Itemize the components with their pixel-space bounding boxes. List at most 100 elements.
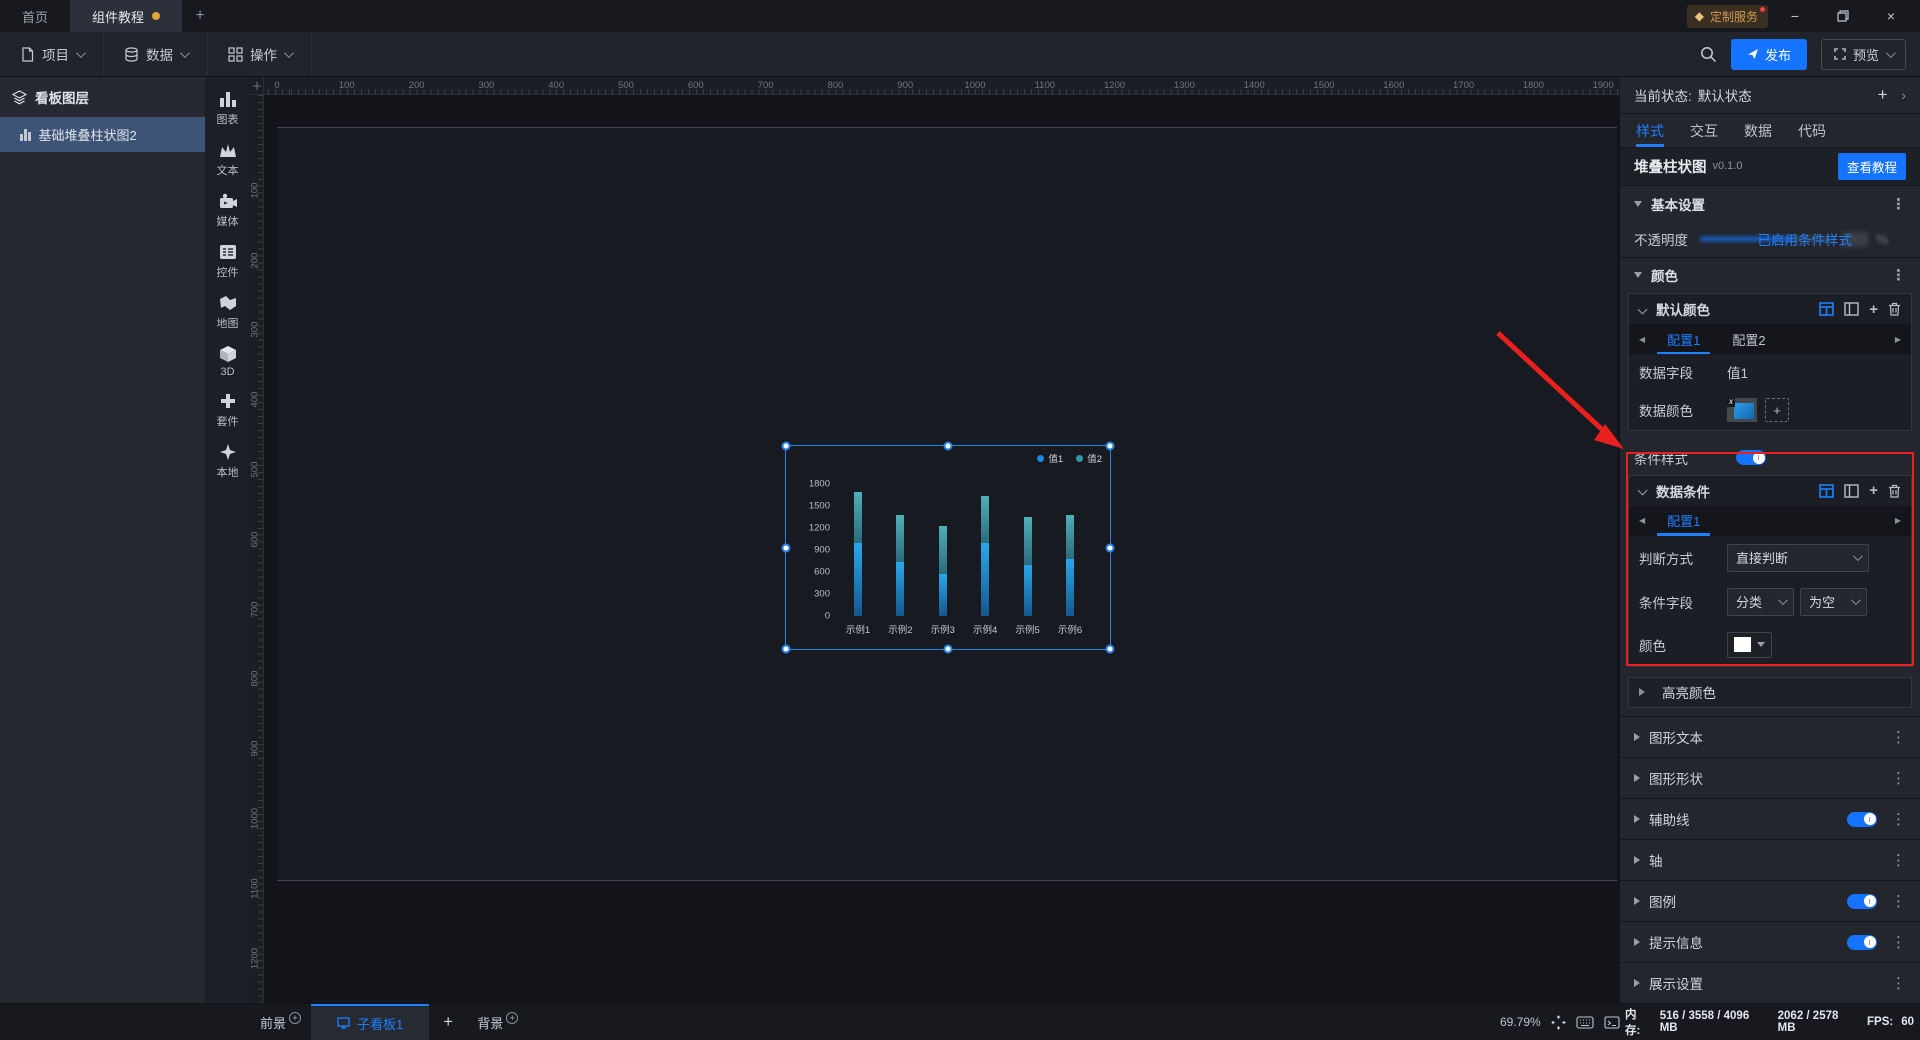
kebab-menu-icon[interactable]: ⋮ xyxy=(1891,933,1906,951)
table-icon[interactable] xyxy=(1819,302,1835,316)
kebab-menu-icon[interactable]: ⋮ xyxy=(1891,769,1906,787)
tab-代码[interactable]: 代码 xyxy=(1798,114,1826,146)
section-辅助线[interactable]: 辅助线 ⋮ xyxy=(1620,798,1920,839)
tab-next-arrow[interactable]: ▶ xyxy=(1889,335,1907,344)
toolbar: 项目 数据 操作 发布 预览 xyxy=(0,32,1920,77)
resize-handle-se[interactable] xyxy=(1105,644,1115,654)
canvas[interactable]: 0 100 200 300 400 500 600 700 800 900 1000 1100 1200… xyxy=(250,77,1620,1003)
dock-item-套件[interactable]: 套件 xyxy=(205,391,250,429)
section-toggle[interactable] xyxy=(1847,811,1877,827)
section-展示设置[interactable]: 展示设置 ⋮ xyxy=(1620,962,1920,1003)
add-color-button[interactable]: + xyxy=(1765,398,1789,423)
legend-item[interactable]: 值1 xyxy=(1037,451,1063,465)
collapse-icon[interactable] xyxy=(1637,485,1648,496)
stacked-bar-chart-component[interactable]: 值1 值2 0 300 600 900 1200 1500 1800 示例1 示例2 示例3 示例4 示… xyxy=(781,441,1115,654)
resize-handle-n[interactable] xyxy=(943,441,953,451)
keyboard-icon[interactable] xyxy=(1576,1015,1594,1029)
kebab-menu-icon[interactable]: ⋮ xyxy=(1891,195,1906,213)
kebab-menu-icon[interactable]: ⋮ xyxy=(1891,266,1906,284)
panel-layout-icon[interactable] xyxy=(1844,302,1859,316)
section-toggle[interactable] xyxy=(1847,934,1877,950)
resize-handle-sw[interactable] xyxy=(781,644,791,654)
resize-handle-e[interactable] xyxy=(1105,543,1115,552)
resize-handle-s[interactable] xyxy=(943,644,953,654)
tab-next-arrow[interactable]: ▶ xyxy=(1889,516,1907,525)
zoom-level[interactable]: 69.79% xyxy=(1500,1015,1541,1029)
resize-handle-w[interactable] xyxy=(781,543,791,552)
restore-button[interactable] xyxy=(1822,0,1864,32)
publish-button[interactable]: 发布 xyxy=(1730,38,1807,70)
judge-method-label: 判断方式 xyxy=(1639,551,1693,567)
background-label[interactable]: 背景 + xyxy=(467,1004,528,1040)
search-icon[interactable] xyxy=(1700,46,1717,63)
titlebar-tab-1[interactable]: 首页 xyxy=(0,0,70,32)
dock-item-控件[interactable]: 控件 xyxy=(205,242,250,280)
toolbar-menu-2[interactable]: 数据 xyxy=(104,32,208,76)
tab-prev-arrow[interactable]: ◀ xyxy=(1633,516,1651,525)
condition-color-picker[interactable] xyxy=(1727,631,1772,658)
sub-board-tab[interactable]: 子看板1 xyxy=(311,1004,430,1040)
condition-operator-select[interactable]: 为空 xyxy=(1800,587,1867,616)
kebab-menu-icon[interactable]: ⋮ xyxy=(1891,892,1906,910)
console-icon[interactable] xyxy=(1604,1015,1620,1029)
section-提示信息[interactable]: 提示信息 ⋮ xyxy=(1620,921,1920,962)
tab-数据[interactable]: 数据 xyxy=(1744,114,1772,146)
section-toggle[interactable] xyxy=(1847,893,1877,909)
section-图形文本[interactable]: 图形文本 ⋮ xyxy=(1620,716,1920,757)
kebab-menu-icon[interactable]: ⋮ xyxy=(1891,851,1906,869)
config-tab-配置1[interactable]: 配置1 xyxy=(1651,506,1716,536)
kebab-menu-icon[interactable]: ⋮ xyxy=(1891,728,1906,746)
ruler-corner[interactable] xyxy=(250,77,264,95)
resize-handle-ne[interactable] xyxy=(1105,441,1115,451)
section-轴[interactable]: 轴 ⋮ xyxy=(1620,839,1920,880)
resize-handle-nw[interactable] xyxy=(781,441,791,451)
new-tab-button[interactable]: + xyxy=(182,0,218,32)
dock-item-媒体[interactable]: 媒体 xyxy=(205,191,250,229)
config-tab-配置1[interactable]: 配置1 xyxy=(1651,324,1716,355)
toolbar-menu-3[interactable]: 操作 xyxy=(208,32,312,76)
toolbar-menu-1[interactable]: 项目 xyxy=(0,32,104,76)
titlebar-tab-2[interactable]: 组件教程 xyxy=(70,0,183,32)
add-foreground-icon[interactable]: + xyxy=(289,1012,302,1024)
dock-item-地图[interactable]: 地图 xyxy=(205,293,250,331)
config-tab-配置2[interactable]: 配置2 xyxy=(1716,324,1781,354)
add-background-icon[interactable]: + xyxy=(506,1012,519,1024)
add-board-button[interactable]: + xyxy=(429,1004,467,1040)
next-state-button[interactable]: › xyxy=(1902,88,1907,103)
view-tutorial-button[interactable]: 查看教程 xyxy=(1837,152,1906,180)
dock-item-本地[interactable]: 本地 xyxy=(205,442,250,480)
section-图例[interactable]: 图例 ⋮ xyxy=(1620,880,1920,921)
add-config-icon[interactable]: + xyxy=(1869,301,1878,318)
foreground-label[interactable]: 前景 + xyxy=(250,1004,311,1040)
section-图形形状[interactable]: 图形形状 ⋮ xyxy=(1620,757,1920,798)
add-config-icon[interactable]: + xyxy=(1869,482,1878,499)
color-section-header[interactable]: 颜色 ⋮ xyxy=(1620,256,1920,293)
custom-service-badge[interactable]: ◆ 定制服务 xyxy=(1686,4,1768,28)
trash-icon[interactable] xyxy=(1888,302,1901,316)
fit-view-icon[interactable] xyxy=(1550,1014,1566,1030)
kebab-menu-icon[interactable]: ⋮ xyxy=(1891,974,1906,992)
basic-settings-header[interactable]: 基本设置 ⋮ xyxy=(1620,185,1920,221)
dock-item-文本[interactable]: 文本 xyxy=(205,140,250,178)
collapse-icon[interactable] xyxy=(1637,304,1648,315)
legend-item[interactable]: 值2 xyxy=(1076,451,1102,465)
data-color-swatch[interactable]: x xyxy=(1727,398,1757,423)
tab-交互[interactable]: 交互 xyxy=(1690,114,1718,146)
tab-样式[interactable]: 样式 xyxy=(1636,114,1664,148)
dock-item-3D[interactable]: 3D xyxy=(205,344,250,378)
condition-field-select[interactable]: 分类 xyxy=(1727,587,1794,616)
conditional-style-toggle[interactable] xyxy=(1736,450,1766,466)
add-state-button[interactable]: + xyxy=(1878,85,1888,105)
kebab-menu-icon[interactable]: ⋮ xyxy=(1891,810,1906,828)
minimize-button[interactable]: − xyxy=(1774,0,1816,32)
layer-item-1[interactable]: 基础堆叠柱状图2 xyxy=(0,117,205,152)
tab-prev-arrow[interactable]: ◀ xyxy=(1633,335,1651,344)
table-icon[interactable] xyxy=(1819,483,1835,498)
preview-button[interactable]: 预览 xyxy=(1820,38,1906,70)
trash-icon[interactable] xyxy=(1888,484,1901,498)
panel-layout-icon[interactable] xyxy=(1844,483,1859,498)
judge-method-select[interactable]: 直接判断 xyxy=(1727,543,1869,572)
highlight-color-header[interactable]: 高亮颜色 xyxy=(1628,676,1912,709)
dock-item-图表[interactable]: 图表 xyxy=(205,89,250,127)
close-button[interactable]: × xyxy=(1870,0,1912,32)
